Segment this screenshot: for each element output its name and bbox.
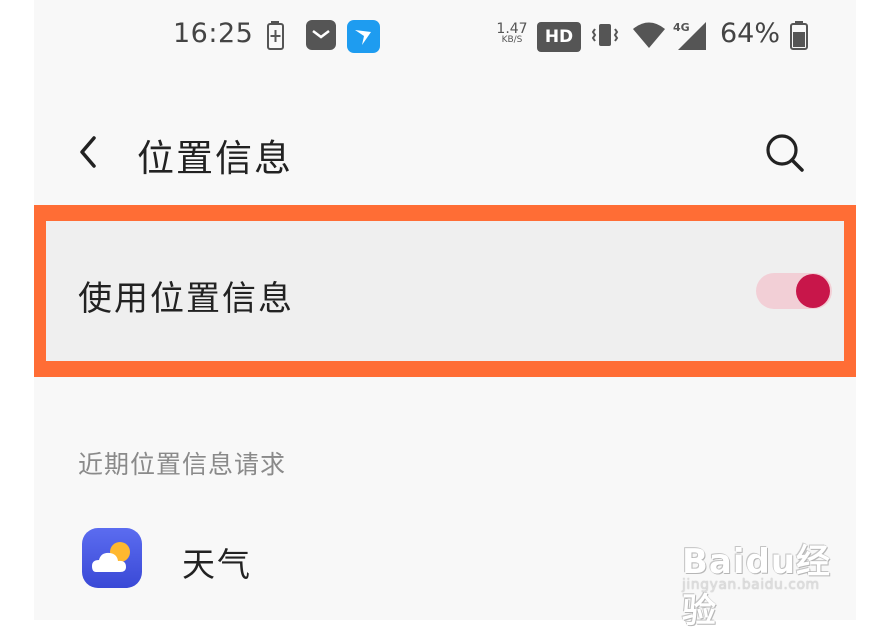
battery-percent: 64% — [720, 18, 781, 49]
signal-icon: 4G — [672, 20, 708, 56]
network-type-label: 4G — [673, 21, 690, 34]
network-speed-value: 1.47 — [496, 21, 528, 37]
page-title: 位置信息 — [137, 137, 293, 180]
use-location-toggle[interactable] — [756, 273, 832, 309]
highlight-frame: 使用位置信息 — [34, 205, 856, 377]
page-header: 位置信息 — [34, 110, 856, 195]
use-location-row[interactable]: 使用位置信息 — [46, 221, 844, 361]
network-speed: 1.47 KB/S — [495, 22, 529, 45]
battery-charging-icon — [266, 20, 286, 56]
app-name: 天气 — [182, 545, 252, 584]
hd-badge: HD — [537, 22, 581, 52]
status-time: 16:25 — [173, 18, 254, 49]
mail-icon — [306, 20, 336, 54]
vibrate-icon — [590, 20, 620, 54]
toggle-knob — [796, 274, 830, 308]
watermark-url: jingyan.baidu.com — [682, 577, 820, 593]
weather-app-icon — [82, 528, 142, 588]
battery-icon — [789, 20, 809, 56]
back-button[interactable] — [72, 130, 112, 174]
status-bar: 16:25 1.47 KB/S HD 4G 64% — [34, 0, 856, 75]
recent-requests-header: 近期位置信息请求 — [78, 450, 287, 479]
app-notification-icon — [347, 20, 380, 57]
chevron-left-icon — [80, 136, 96, 168]
use-location-label: 使用位置信息 — [78, 279, 294, 319]
baidu-watermark: Baidu经验 jingyan.baidu.com — [682, 522, 852, 631]
wifi-icon — [632, 20, 666, 54]
search-button[interactable] — [762, 130, 808, 176]
search-icon — [766, 134, 804, 172]
network-speed-unit: KB/S — [501, 35, 523, 45]
